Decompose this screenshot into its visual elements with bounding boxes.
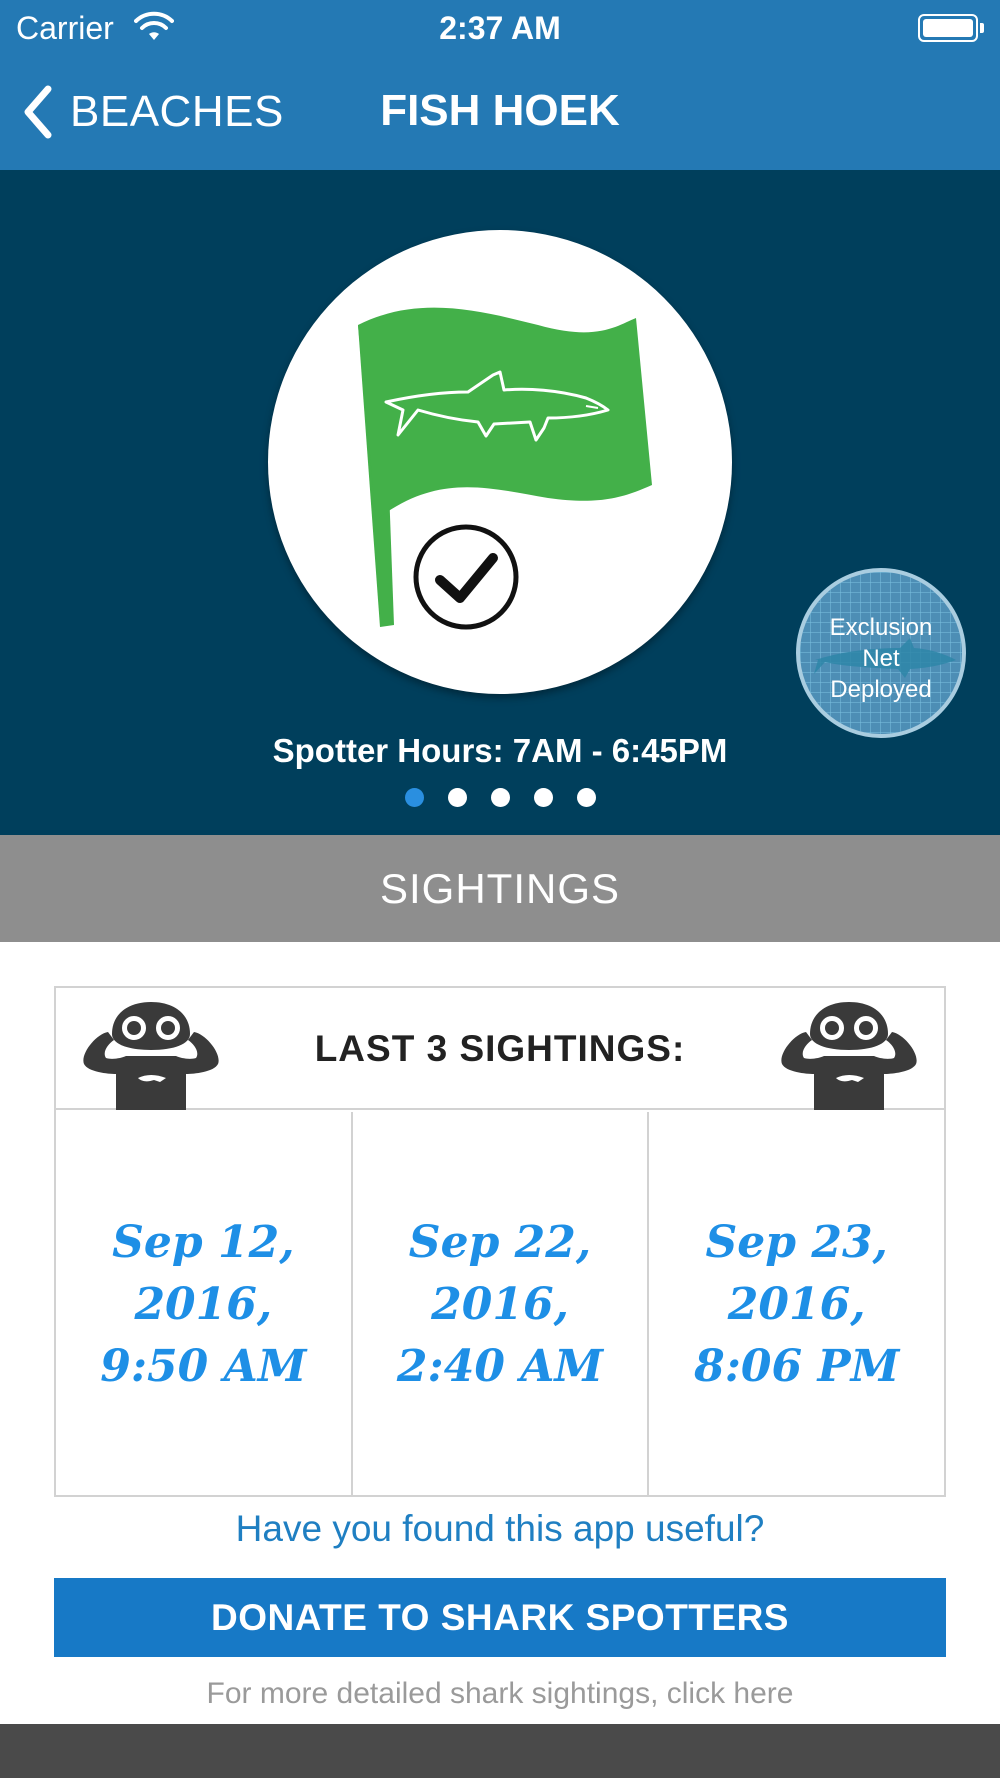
net-badge-line-2: Net [862, 645, 900, 672]
sightings-list: Sep 12, 2016, 9:50 AM Sep 22, 2016, 2:40… [56, 1112, 944, 1497]
spotter-hours: Spotter Hours: 7AM - 6:45PM [272, 732, 728, 769]
sighting-year: 2016, [431, 1278, 569, 1330]
sighting-time: 9:50 AM [100, 1340, 307, 1392]
net-badge-line-3: Deployed [830, 676, 932, 703]
sighting-time: 2:40 AM [396, 1340, 604, 1392]
bottom-bar [0, 1724, 1000, 1778]
battery-icon [918, 14, 984, 42]
back-button-label: BEACHES [70, 87, 284, 136]
sighting-entry: Sep 23, 2016, 8:06 PM [649, 1112, 944, 1497]
net-badge-text: Exclusion Net Deployed [800, 612, 962, 705]
page-indicator[interactable] [0, 788, 1000, 807]
chevron-left-icon [24, 85, 52, 139]
green-shark-flag-icon [358, 307, 652, 630]
page-dot-4[interactable] [533, 788, 553, 807]
page-dot-2[interactable] [447, 788, 467, 807]
sighting-time: 8:06 PM [694, 1340, 900, 1392]
binoculars-spotter-icon [781, 1002, 917, 1110]
sighting-date: Sep 22, [408, 1216, 592, 1268]
page-dot-5[interactable] [576, 788, 596, 807]
beach-status-carousel[interactable]: Exclusion Net Deployed Spotter Hours: 7A… [0, 170, 1000, 835]
donate-button[interactable]: DONATE TO SHARK SPOTTERS [54, 1578, 946, 1657]
top-bar: Carrier 2:37 AM BEACHES FISH HOEK [0, 0, 1000, 170]
sighting-year: 2016, [134, 1278, 273, 1330]
sighting-date: Sep 23, [705, 1216, 888, 1268]
status-bar: Carrier 2:37 AM [0, 0, 1000, 56]
exclusion-net-badge[interactable]: Exclusion Net Deployed [796, 568, 966, 738]
back-button[interactable]: BEACHES [18, 82, 284, 142]
feedback-question-link[interactable]: Have you found this app useful? [0, 1508, 1000, 1550]
sighting-date: Sep 12, [112, 1216, 295, 1268]
flag-status-card [268, 230, 732, 694]
net-badge-line-1: Exclusion [829, 614, 933, 641]
last-sightings-header: LAST 3 SIGHTINGS: [56, 988, 944, 1110]
sightings-section-header: SIGHTINGS [0, 835, 1000, 942]
more-sightings-link[interactable]: For more detailed shark sightings, click… [0, 1677, 1000, 1711]
sighting-entry: Sep 12, 2016, 9:50 AM [56, 1112, 353, 1497]
last-sightings-panel: LAST 3 SIGHTINGS: Sep 12, 2016, 9:50 AM … [54, 986, 946, 1497]
page-dot-3[interactable] [490, 788, 510, 807]
sighting-year: 2016, [727, 1278, 866, 1330]
page-title: FISH HOEK [380, 86, 620, 135]
status-time: 2:37 AM [439, 10, 561, 46]
sighting-entry: Sep 22, 2016, 2:40 AM [353, 1112, 650, 1497]
page-dot-1[interactable] [404, 788, 424, 807]
